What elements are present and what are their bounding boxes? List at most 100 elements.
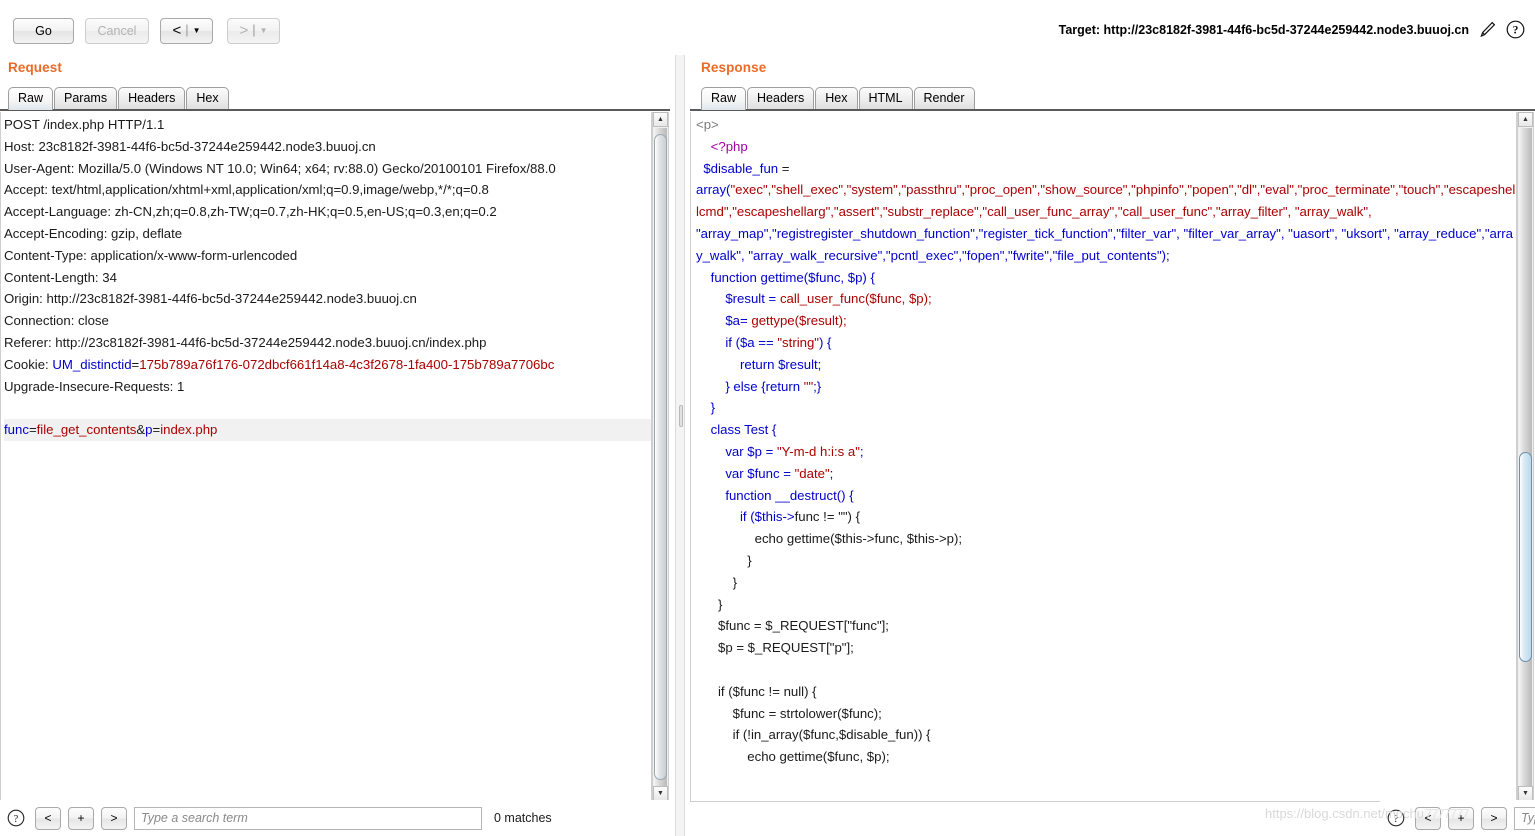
code-line: } else {return "";} [696, 376, 1516, 398]
code-line: var $p = "Y-m-d h:i:s a"; [696, 441, 1516, 463]
code-token: Cookie: [4, 356, 53, 372]
code-token: Host: 23c8182f-3981-44f6-bc5d-37244e2594… [4, 138, 376, 154]
code-line: Upgrade-Insecure-Requests: 1 [4, 376, 651, 398]
code-token: if (!in_array($func,$disable_fun)) { [696, 727, 931, 743]
code-line: "array_map","registregister_shutdown_fun… [696, 223, 1516, 267]
response-tab-headers[interactable]: Headers [747, 87, 815, 110]
code-line: Accept-Language: zh-CN,zh;q=0.8,zh-TW;q=… [4, 201, 651, 223]
code-token: ) { [819, 334, 832, 350]
search-add-button[interactable]: + [68, 806, 94, 830]
search-prev-button[interactable]: < [35, 806, 61, 830]
chevron-down-icon[interactable]: ▼ [193, 19, 201, 43]
code-token: Upgrade-Insecure-Requests: 1 [4, 378, 185, 394]
code-line: Connection: close [4, 310, 651, 332]
code-token: Connection: close [4, 313, 109, 329]
code-line: Content-Type: application/x-www-form-url… [4, 245, 651, 267]
code-token: = [778, 160, 790, 176]
code-line: Host: 23c8182f-3981-44f6-bc5d-37244e2594… [4, 136, 651, 158]
request-tab-hex[interactable]: Hex [186, 87, 229, 110]
forward-arrow-icon: > [239, 21, 249, 39]
response-tab-render[interactable]: Render [913, 87, 975, 110]
request-tab-params[interactable]: Params [54, 87, 118, 110]
code-token: ;} [813, 378, 822, 394]
code-token: } [696, 596, 723, 612]
go-button[interactable]: Go [13, 18, 74, 44]
response-panel: Response Raw Headers Hex HTML Render <p> <?p… [690, 55, 1535, 836]
code-token: Accept-Encoding: gzip, deflate [4, 225, 183, 241]
request-tab-headers[interactable]: Headers [118, 87, 186, 110]
code-line: echo gettime($func, $p); [696, 746, 1516, 768]
response-message-text[interactable]: <p> <?php $disable_fun = array("exec","sh… [696, 114, 1516, 768]
code-token: $p = $_REQUEST["p"]; [696, 640, 854, 656]
request-tab-underline [0, 109, 670, 111]
code-line: } [696, 572, 1516, 594]
code-line: class Test { [696, 419, 1516, 441]
code-token: Referer: http://23c8182f-3981-44f6-bc5d-… [4, 334, 487, 350]
code-token: UM_distinctid [52, 356, 132, 372]
scrollbar-thumb[interactable] [1519, 452, 1532, 662]
code-line: if ($func != null) { [696, 681, 1516, 703]
pencil-icon[interactable] [1479, 21, 1496, 38]
response-tab-hex[interactable]: Hex [815, 87, 858, 110]
response-tab-html[interactable]: HTML [858, 87, 913, 110]
code-line: $disable_fun = [696, 158, 1516, 180]
divider-grip[interactable] [679, 405, 683, 427]
code-line: function gettime($func, $p) { [696, 267, 1516, 289]
response-search-bar: ? < + > 0 matches [1380, 800, 1535, 836]
help-icon[interactable]: ? [1506, 20, 1525, 39]
code-token: func != "") { [794, 509, 861, 525]
response-search-input[interactable] [1514, 806, 1535, 830]
code-token: <?php [710, 138, 748, 154]
scroll-down-arrow-icon[interactable]: ▼ [653, 786, 668, 801]
code-line: <?php [696, 136, 1516, 158]
code-token: echo gettime($this->func, $this->p); [696, 531, 963, 547]
search-prev-button[interactable]: < [1415, 806, 1441, 830]
response-tab-raw[interactable]: Raw [701, 87, 747, 110]
code-line: echo gettime($this->func, $this->p); [696, 528, 1516, 550]
request-search-input[interactable] [134, 806, 482, 830]
code-line: $func = $_REQUEST["func"]; [696, 615, 1516, 637]
top-toolbar: Go Cancel < | ▼ > | ▼ Target: http://23c… [0, 0, 1535, 55]
chevron-down-icon[interactable]: ▼ [260, 19, 268, 43]
request-tab-raw[interactable]: Raw [8, 87, 54, 110]
response-message-viewer[interactable]: <p> <?php $disable_fun = array("exec","sh… [690, 112, 1517, 802]
search-next-button[interactable]: > [1481, 806, 1507, 830]
scroll-up-arrow-icon[interactable]: ▲ [1518, 112, 1533, 127]
code-token: file_get_contents [36, 422, 137, 438]
code-line: Origin: http://23c8182f-3981-44f6-bc5d-3… [4, 288, 651, 310]
code-token: Accept: text/html,application/xhtml+xml,… [4, 182, 489, 198]
code-token: var $p = [696, 443, 777, 459]
help-icon[interactable]: ? [1387, 809, 1405, 827]
help-icon[interactable]: ? [7, 809, 25, 827]
code-line: if ($a == "string") { [696, 332, 1516, 354]
code-line: Accept-Encoding: gzip, deflate [4, 223, 651, 245]
svg-text:?: ? [14, 814, 19, 825]
scrollbar-thumb[interactable] [654, 134, 667, 780]
request-panel: Request Raw Params Headers Hex POST /index.… [0, 55, 670, 836]
code-line: POST /index.php HTTP/1.1 [4, 114, 651, 136]
search-next-button[interactable]: > [101, 806, 127, 830]
request-message-text[interactable]: POST /index.php HTTP/1.1 Host: 23c8182f-3… [4, 114, 651, 441]
request-search-bar: ? < + > 0 matches [0, 800, 670, 836]
request-vertical-scrollbar[interactable]: ▲ ▼ [652, 112, 669, 802]
scroll-down-arrow-icon[interactable]: ▼ [1518, 786, 1533, 801]
request-message-viewer[interactable]: POST /index.php HTTP/1.1 Host: 23c8182f-3… [0, 112, 652, 802]
code-token: ; [829, 465, 834, 481]
request-tabstrip: Raw Params Headers Hex [8, 86, 230, 110]
back-arrow-icon: < [172, 21, 182, 39]
code-token: "" [803, 378, 814, 394]
back-navigation-button[interactable]: < | ▼ [160, 18, 213, 44]
forward-navigation-button[interactable]: > | ▼ [227, 18, 280, 44]
panel-divider[interactable] [675, 55, 685, 836]
scroll-up-arrow-icon[interactable]: ▲ [653, 112, 668, 127]
response-vertical-scrollbar[interactable]: ▲ ▼ [1517, 112, 1534, 802]
code-line: <p> [696, 114, 1516, 136]
search-add-button[interactable]: + [1448, 806, 1474, 830]
code-token: Content-Length: 34 [4, 269, 117, 285]
cancel-button[interactable]: Cancel [85, 18, 149, 44]
code-token: var $func = [696, 465, 795, 481]
code-line: $func = strtolower($func); [696, 703, 1516, 725]
code-line: return $result; [696, 354, 1516, 376]
